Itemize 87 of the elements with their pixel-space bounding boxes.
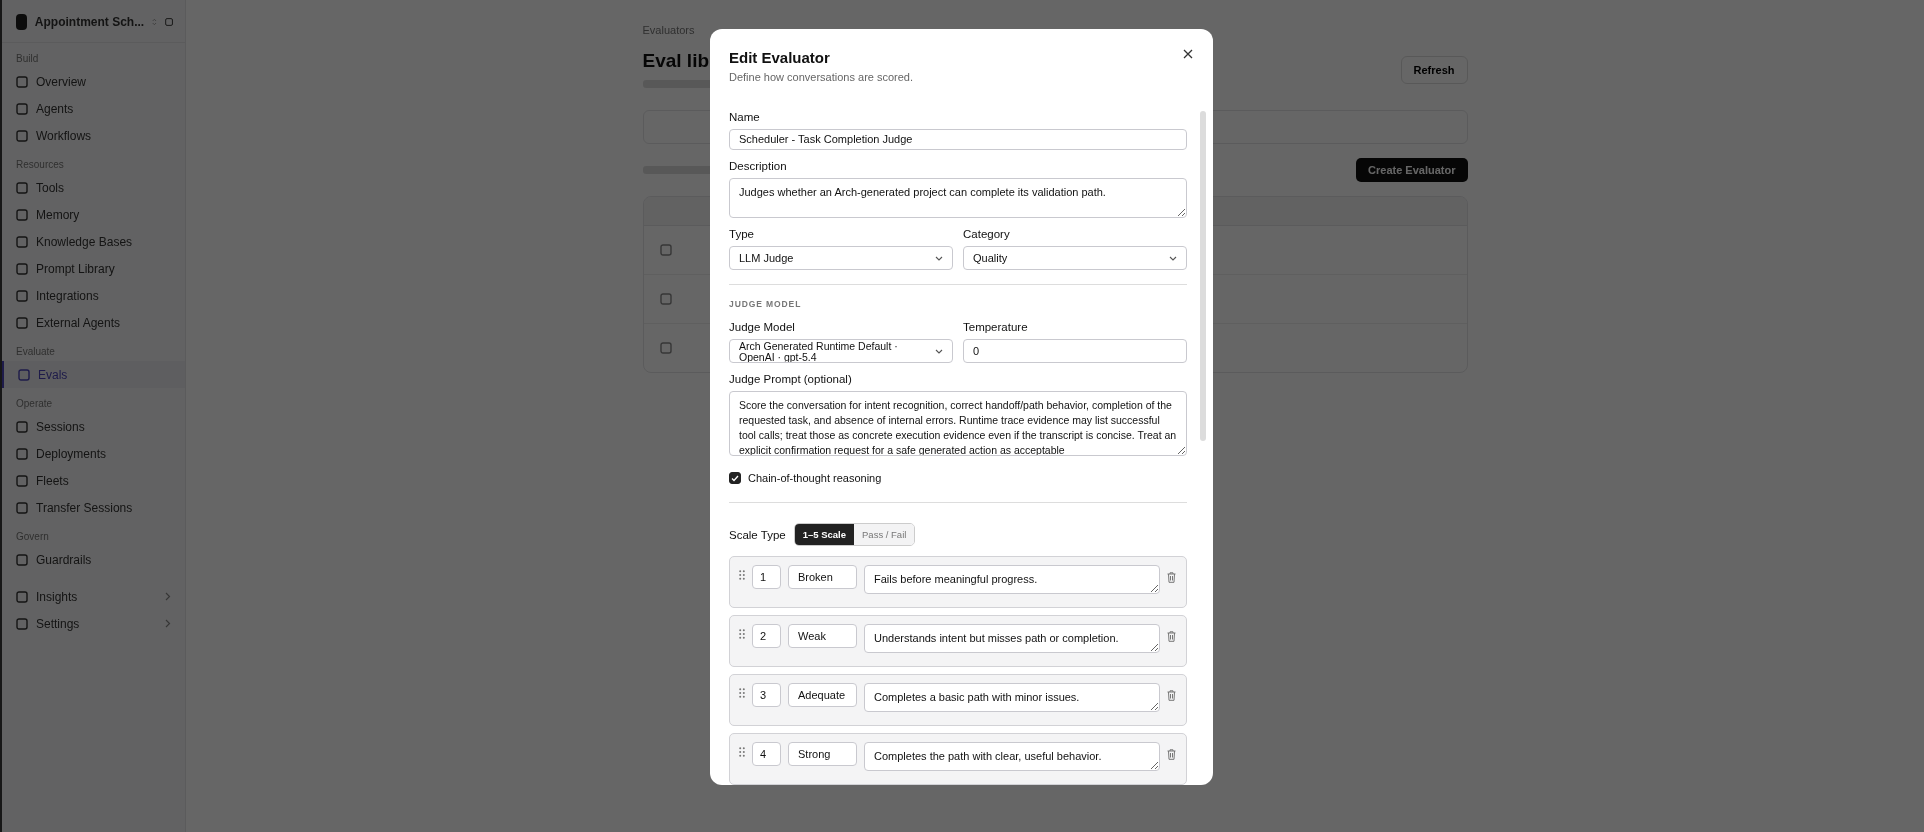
chevron-down-icon <box>935 349 943 355</box>
score-field[interactable]: 2 <box>752 624 781 648</box>
panel-toggle-icon <box>164 16 173 28</box>
dialog-subtitle: Define how conversations are scored. <box>729 71 915 83</box>
square-icon <box>16 208 28 221</box>
nav-item[interactable]: Fleets <box>2 467 185 494</box>
square-icon <box>659 293 672 305</box>
checkbox[interactable] <box>729 472 741 484</box>
square-icon <box>16 590 28 603</box>
nav-item[interactable]: Settings <box>2 610 185 637</box>
type-dropdown[interactable]: LLM Judge <box>729 246 953 271</box>
square-icon <box>16 262 28 275</box>
square-icon <box>16 420 28 433</box>
score-field[interactable]: 3 <box>752 683 781 707</box>
square-icon <box>16 75 28 88</box>
nav-item[interactable]: Prompt Library <box>2 255 185 282</box>
field-label: Type <box>729 228 755 241</box>
chevron-down-icon <box>935 255 943 261</box>
nav-item[interactable]: Guardrails <box>2 546 185 573</box>
segment-tab[interactable]: 1–5 Scale <box>794 524 854 545</box>
nav-item[interactable]: Transfer Sessions <box>2 494 185 521</box>
checkbox-label: Chain-of-thought reasoning <box>748 472 882 484</box>
drag-handle-icon[interactable] <box>739 629 745 639</box>
nav-item[interactable]: Evals <box>2 361 185 388</box>
label-field[interactable]: Adequate <box>788 683 857 707</box>
description-field[interactable]: Understands intent but misses path or completion. <box>864 624 1160 653</box>
square-icon <box>16 289 28 302</box>
nav-item[interactable]: Overview <box>2 68 185 95</box>
square-icon <box>16 181 28 194</box>
label-field[interactable]: Broken <box>788 565 857 589</box>
drag-handle-icon[interactable] <box>739 747 745 757</box>
chevron-down-icon <box>1169 255 1177 261</box>
square-icon <box>16 447 28 460</box>
trash-icon[interactable] <box>1167 572 1176 583</box>
field-label: Scale Type <box>729 528 786 541</box>
score-field[interactable]: 1 <box>752 565 781 589</box>
drag-handle-icon[interactable] <box>739 570 745 580</box>
square-icon <box>16 235 28 248</box>
create-button[interactable]: Create Evaluator <box>1356 158 1468 182</box>
description-field[interactable]: Judges whether an Arch-generated project can complete its validation path. <box>729 177 1187 219</box>
trash-icon[interactable] <box>1167 690 1176 701</box>
description-field[interactable]: Completes a basic path with minor issues. <box>864 683 1160 712</box>
field-label: Judge Prompt (optional) <box>729 373 853 386</box>
description-field[interactable]: Completes the path with clear, useful behavior. <box>864 742 1160 771</box>
trash-icon[interactable] <box>1167 631 1176 642</box>
description-field[interactable]: Fails before meaningful progress. <box>864 565 1160 594</box>
nav-item[interactable]: Integrations <box>2 282 185 309</box>
workspace-logo-icon <box>16 14 27 30</box>
nav-item[interactable]: Tools <box>2 174 185 201</box>
field-label: Temperature <box>963 321 1029 334</box>
field-label: Judge Model <box>729 321 796 334</box>
refresh-button[interactable]: Refresh <box>1400 56 1468 84</box>
trash-icon[interactable] <box>1167 749 1176 760</box>
field-label: Name <box>729 111 761 123</box>
square-icon <box>16 102 28 115</box>
label-field[interactable]: Strong <box>788 742 857 766</box>
nav-item[interactable]: Sessions <box>2 413 185 440</box>
temperature-field[interactable]: 0 <box>963 339 1187 364</box>
square-icon <box>16 553 28 566</box>
section-heading: JUDGE MODEL <box>729 299 803 310</box>
nav-item[interactable]: Deployments <box>2 440 185 467</box>
label-field[interactable]: Weak <box>788 624 857 648</box>
segment-tab[interactable]: Pass / Fail <box>854 524 915 545</box>
workspace-name[interactable]: Appointment Sch... <box>34 15 145 29</box>
nav-item[interactable]: External Agents <box>2 309 185 336</box>
dialog-title: Edit Evaluator <box>729 49 830 66</box>
nav-item[interactable]: Insights <box>2 583 185 610</box>
square-icon <box>18 368 30 381</box>
square-icon <box>16 316 28 329</box>
judge-model-dropdown[interactable]: Arch Generated Runtime Default · OpenAI · gpt-5.4 <box>729 339 953 364</box>
square-icon <box>16 129 28 142</box>
page-title: Eval lib <box>642 50 710 72</box>
nav-item[interactable]: Knowledge Bases <box>2 228 185 255</box>
square-icon <box>659 244 672 256</box>
square-icon <box>16 617 28 630</box>
category-dropdown[interactable]: Quality <box>963 246 1187 271</box>
nav-item[interactable]: Agents <box>2 95 185 122</box>
drag-handle-icon[interactable] <box>739 688 745 698</box>
nav-item[interactable]: Workflows <box>2 122 185 149</box>
square-icon <box>16 501 28 514</box>
field-label: Description <box>729 159 788 172</box>
score-field[interactable]: 4 <box>752 742 781 766</box>
square-icon <box>16 474 28 487</box>
field-label: Category <box>963 228 1011 241</box>
name-field[interactable]: Scheduler - Task Completion Judge <box>729 129 1187 150</box>
square-icon <box>659 342 672 354</box>
nav-item[interactable]: Memory <box>2 201 185 228</box>
